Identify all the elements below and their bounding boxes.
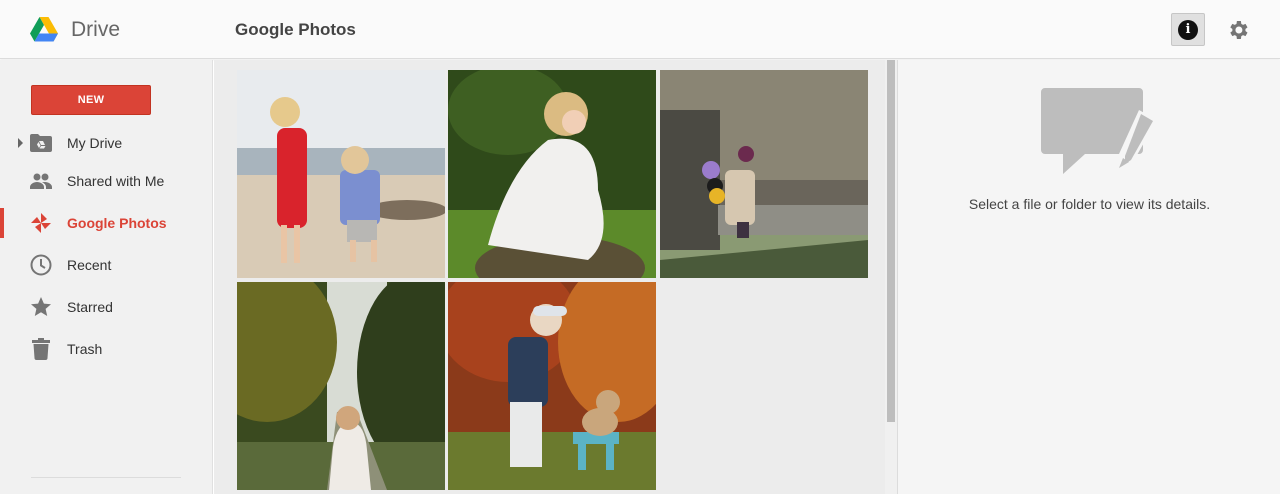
forest-path-image — [237, 282, 445, 490]
drive-folder-icon — [30, 132, 52, 154]
sidebar-item-label: My Drive — [67, 135, 123, 151]
details-panel: Select a file or folder to view its deta… — [897, 60, 1280, 494]
app-name[interactable]: Drive — [71, 18, 120, 42]
drive-logo[interactable] — [30, 17, 58, 42]
sidebar-item-google-photos[interactable]: Google Photos — [0, 205, 213, 241]
trash-icon — [30, 338, 52, 360]
scrollbar-thumb[interactable] — [887, 60, 895, 422]
page-title: Google Photos — [235, 20, 356, 39]
expand-caret-icon[interactable] — [18, 138, 23, 148]
photo-grid — [214, 60, 897, 494]
people-icon — [30, 170, 52, 192]
photo-thumbnail[interactable] — [448, 70, 656, 278]
sidebar-item-trash[interactable]: Trash — [0, 331, 213, 367]
info-icon: i — [1178, 19, 1198, 40]
top-bar: Drive Google Photos i — [0, 0, 1280, 59]
sidebar-item-label: Recent — [67, 257, 112, 273]
photo-thumbnail[interactable] — [660, 70, 868, 278]
beach-photo-image — [237, 70, 445, 278]
girl-on-rock-image — [448, 70, 656, 278]
gear-icon — [1230, 21, 1248, 39]
photo-thumbnail[interactable] — [448, 282, 656, 490]
sidebar-item-shared-with-me[interactable]: Shared with Me — [0, 163, 213, 199]
clock-icon — [30, 254, 52, 276]
sidebar-item-recent[interactable]: Recent — [0, 247, 213, 283]
sidebar-item-label: Starred — [67, 299, 113, 315]
sidebar: NEW My Drive Shared with Me Google Photo… — [0, 60, 213, 494]
snow-balloons-image — [660, 70, 868, 278]
boy-teddy-image — [448, 282, 656, 490]
new-button[interactable]: NEW — [31, 85, 151, 115]
settings-button[interactable] — [1225, 17, 1251, 43]
sidebar-item-my-drive[interactable]: My Drive — [0, 125, 213, 161]
sidebar-item-label: Google Photos — [67, 215, 167, 231]
photo-thumbnail[interactable] — [237, 70, 445, 278]
comment-edit-icon — [1041, 88, 1156, 174]
star-icon — [30, 296, 52, 318]
sidebar-divider — [31, 477, 181, 478]
photo-thumbnail[interactable] — [237, 282, 445, 490]
info-button[interactable]: i — [1171, 13, 1205, 46]
sidebar-item-label: Shared with Me — [67, 173, 165, 189]
pinwheel-icon — [30, 212, 52, 234]
sidebar-item-starred[interactable]: Starred — [0, 289, 213, 325]
sidebar-item-label: Trash — [67, 341, 103, 357]
details-empty-message: Select a file or folder to view its deta… — [968, 196, 1211, 212]
